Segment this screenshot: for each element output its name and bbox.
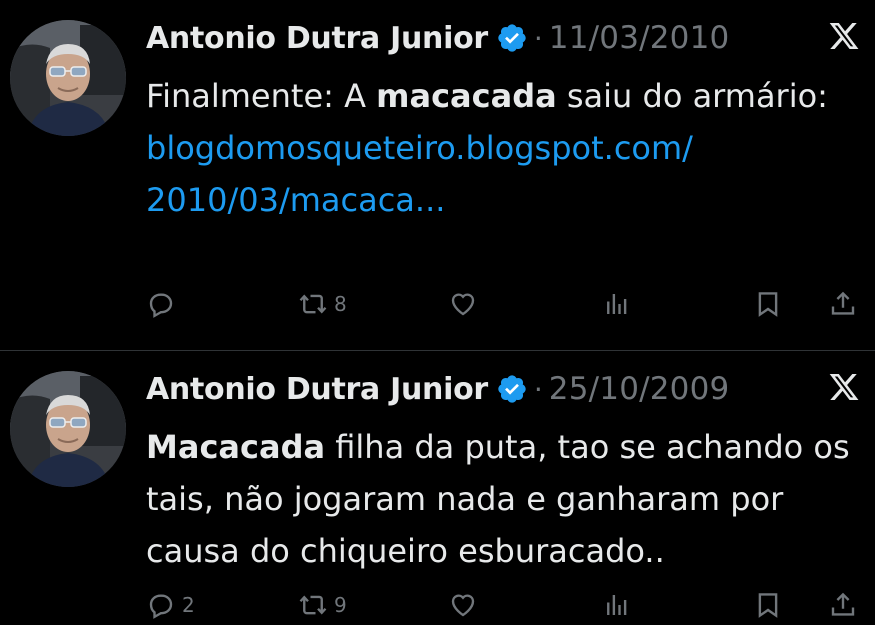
bookmark-button[interactable] [753,284,783,324]
avatar-image [10,371,126,487]
retweet-count: 8 [334,292,347,316]
action-bar: 2 9 [146,585,861,625]
reply-button[interactable] [146,284,182,324]
separator: · [533,21,543,55]
heart-icon [448,289,478,319]
reply-icon [146,590,176,620]
avatar[interactable] [10,20,126,136]
views-button[interactable] [602,284,638,324]
share-button[interactable] [828,585,858,625]
heart-icon [448,590,478,620]
bookmark-icon [753,590,783,620]
tweet-link[interactable]: blogdomosqueteiro.blogspot.com/2010/03/m… [146,129,693,219]
author-name[interactable]: Antonio Dutra Junior [146,372,488,407]
share-button[interactable] [828,284,858,324]
bookmark-icon [753,289,783,319]
action-bar: 8 [146,284,861,324]
like-button[interactable] [448,284,484,324]
like-button[interactable] [448,585,484,625]
share-icon [828,289,858,319]
retweet-button[interactable]: 9 [298,585,347,625]
share-icon [828,590,858,620]
tweet-text: Finalmente: A macacada saiu do armário: … [146,70,861,226]
verified-badge-icon [496,22,528,54]
reply-button[interactable]: 2 [146,585,195,625]
reply-count: 2 [182,593,195,617]
tweet-date[interactable]: 25/10/2009 [549,371,730,407]
tweet[interactable]: Antonio Dutra Junior · 25/10/2009 Macaca… [0,351,875,609]
bookmark-button[interactable] [753,585,783,625]
tweet-header: Antonio Dutra Junior · 25/10/2009 [146,367,729,411]
x-logo-icon [827,20,861,52]
text-bold: Macacada [146,428,326,466]
link-line-2[interactable]: 2010/03/macaca... [146,181,445,219]
link-line-1[interactable]: blogdomosqueteiro.blogspot.com/ [146,129,693,167]
tweet-date[interactable]: 11/03/2010 [549,20,730,56]
tweet-text: Macacada filha da puta, tao se achando o… [146,421,861,577]
text-prefix: Finalmente: A [146,77,377,115]
tweet[interactable]: Antonio Dutra Junior · 11/03/2010 Finalm… [0,0,875,350]
views-button[interactable] [602,585,638,625]
retweet-icon [298,590,328,620]
text-bold: macacada [376,77,557,115]
retweet-count: 9 [334,593,347,617]
verified-badge-icon [496,373,528,405]
reply-icon [146,289,176,319]
retweet-button[interactable]: 8 [298,284,347,324]
separator: · [533,372,543,406]
retweet-icon [298,289,328,319]
author-name[interactable]: Antonio Dutra Junior [146,21,488,56]
avatar[interactable] [10,371,126,487]
avatar-image [10,20,126,136]
tweet-header: Antonio Dutra Junior · 11/03/2010 [146,16,729,60]
views-icon [602,590,632,620]
x-logo-icon [827,371,861,403]
views-icon [602,289,632,319]
text-suffix: saiu do armário: [556,77,828,115]
